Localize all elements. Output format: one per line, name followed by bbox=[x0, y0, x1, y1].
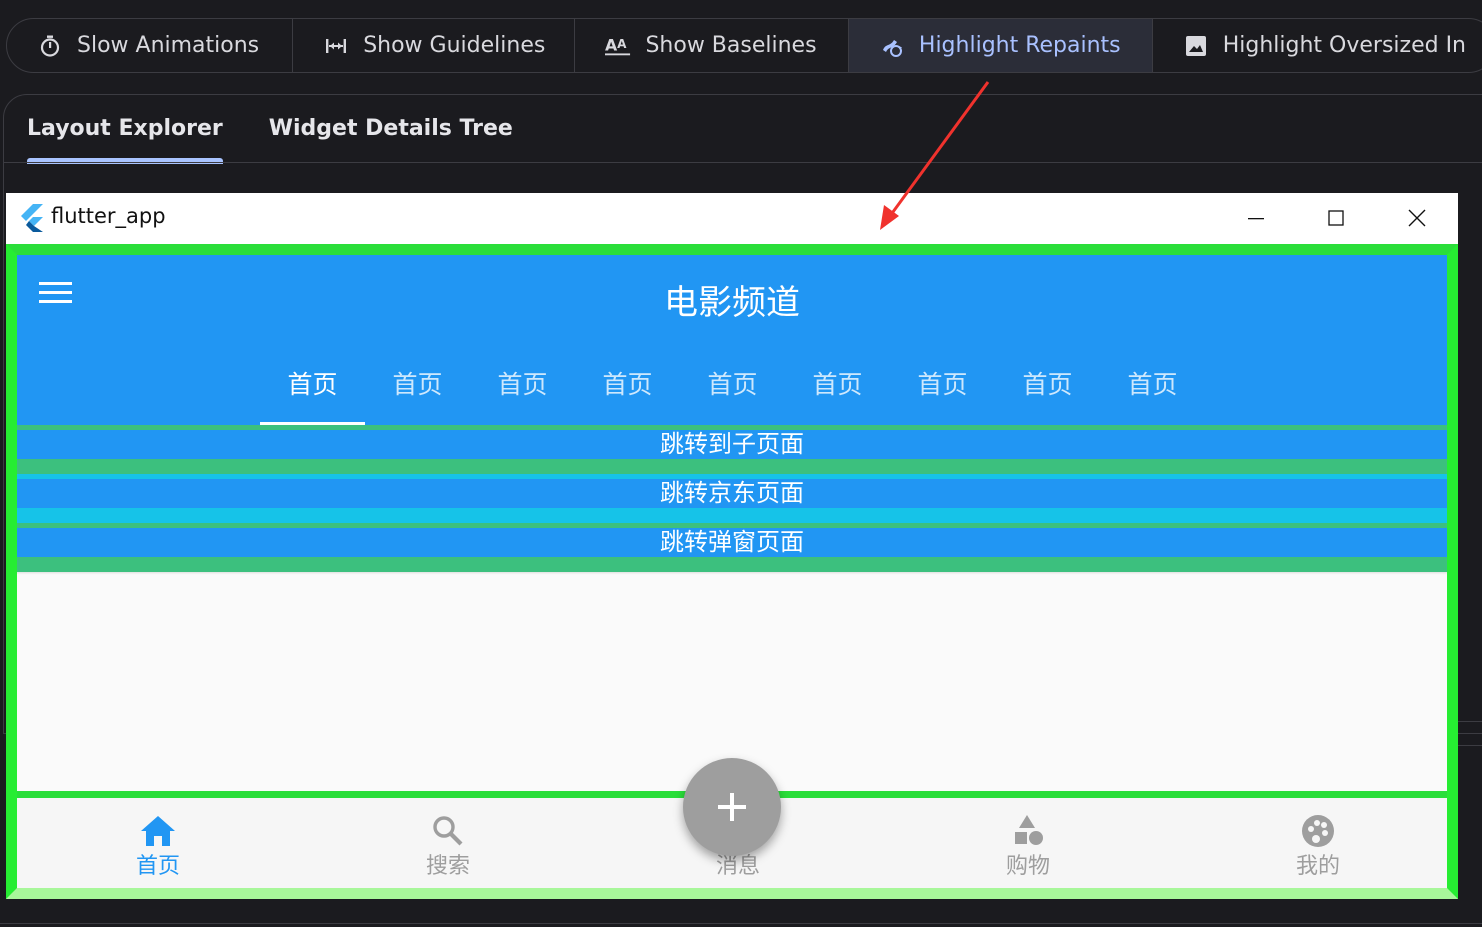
window-title: flutter_app bbox=[51, 204, 166, 228]
divider bbox=[0, 923, 1482, 924]
add-icon bbox=[718, 793, 746, 821]
devtools-toolbar: Slow Animations Show Guidelines AA Show … bbox=[6, 18, 1482, 73]
tab-widget-details-tree[interactable]: Widget Details Tree bbox=[246, 94, 536, 164]
baselines-icon: AA bbox=[605, 33, 631, 59]
divider bbox=[1458, 745, 1482, 746]
repaint-icon bbox=[879, 33, 905, 59]
nav-label: 我的 bbox=[1295, 854, 1340, 879]
jump-subpage-button[interactable]: 跳转到子页面 bbox=[17, 430, 1447, 459]
app-tab[interactable]: 首页 bbox=[1100, 355, 1205, 425]
slow-animations-button[interactable]: Slow Animations bbox=[7, 19, 294, 72]
image-icon bbox=[1183, 33, 1209, 59]
show-guidelines-label: Show Guidelines bbox=[363, 33, 546, 58]
show-guidelines-button[interactable]: Show Guidelines bbox=[293, 19, 576, 72]
page-body: 跳转到子页面 跳转京东页面 跳转弹窗页面 bbox=[17, 425, 1447, 791]
tabs-divider bbox=[3, 162, 1482, 163]
home-icon bbox=[141, 816, 175, 846]
add-fab-button[interactable] bbox=[683, 758, 781, 856]
app-tab[interactable]: 首页 bbox=[785, 355, 890, 425]
app-tab-bar: 首页 首页 首页 首页 首页 首页 首页 首页 首页 bbox=[260, 355, 1205, 425]
jump-jd-page-button[interactable]: 跳转京东页面 bbox=[17, 479, 1447, 508]
nav-item-mine[interactable]: 我的 bbox=[1253, 814, 1383, 880]
nav-item-home[interactable]: 首页 bbox=[93, 814, 223, 880]
nav-label: 购物 bbox=[1005, 854, 1050, 879]
nav-label: 搜索 bbox=[425, 854, 470, 879]
nav-item-shopping[interactable]: 购物 bbox=[963, 814, 1093, 880]
app-tab[interactable]: 首页 bbox=[995, 355, 1100, 425]
app-tab[interactable]: 首页 bbox=[680, 355, 785, 425]
nav-label: 首页 bbox=[135, 854, 180, 879]
timer-icon bbox=[37, 33, 63, 59]
window-titlebar: flutter_app bbox=[6, 193, 1458, 244]
search-icon bbox=[433, 816, 463, 846]
nav-item-search[interactable]: 搜索 bbox=[383, 814, 513, 880]
category-icon bbox=[1015, 815, 1043, 845]
show-baselines-button[interactable]: AA Show Baselines bbox=[575, 19, 849, 72]
guidelines-icon bbox=[323, 33, 349, 59]
app-tab[interactable]: 首页 bbox=[365, 355, 470, 425]
app-bar: 电影频道 首页 首页 首页 首页 首页 首页 首页 首页 首页 bbox=[17, 255, 1447, 425]
app-title: 电影频道 bbox=[664, 283, 800, 323]
show-baselines-label: Show Baselines bbox=[645, 33, 817, 58]
highlight-oversized-label: Highlight Oversized In bbox=[1222, 33, 1466, 58]
jump-dialog-page-button[interactable]: 跳转弹窗页面 bbox=[17, 528, 1447, 557]
app-tab[interactable]: 首页 bbox=[890, 355, 995, 425]
svg-text:A: A bbox=[618, 36, 628, 50]
minimize-icon[interactable] bbox=[1241, 203, 1271, 233]
app-tab[interactable]: 首页 bbox=[260, 355, 365, 425]
palette-icon bbox=[1302, 815, 1334, 847]
app-tab[interactable]: 首页 bbox=[575, 355, 680, 425]
flutter-app-window: flutter_app 电影频道 首页 首页 首页 首页 首页 首页 首页 首页… bbox=[6, 193, 1458, 899]
highlight-oversized-images-button[interactable]: Highlight Oversized In bbox=[1153, 19, 1482, 72]
svg-text:A: A bbox=[605, 35, 618, 54]
flutter-logo-icon bbox=[19, 204, 43, 236]
highlight-repaints-label: Highlight Repaints bbox=[918, 33, 1121, 58]
tab-layout-explorer[interactable]: Layout Explorer bbox=[4, 94, 246, 164]
divider bbox=[1458, 721, 1482, 722]
highlight-repaints-button[interactable]: Highlight Repaints bbox=[848, 19, 1153, 72]
slow-animations-label: Slow Animations bbox=[77, 33, 260, 58]
maximize-icon[interactable] bbox=[1321, 203, 1351, 233]
inspector-tabs: Layout Explorer Widget Details Tree bbox=[4, 94, 536, 164]
app-tab[interactable]: 首页 bbox=[470, 355, 575, 425]
close-icon[interactable] bbox=[1402, 203, 1432, 233]
